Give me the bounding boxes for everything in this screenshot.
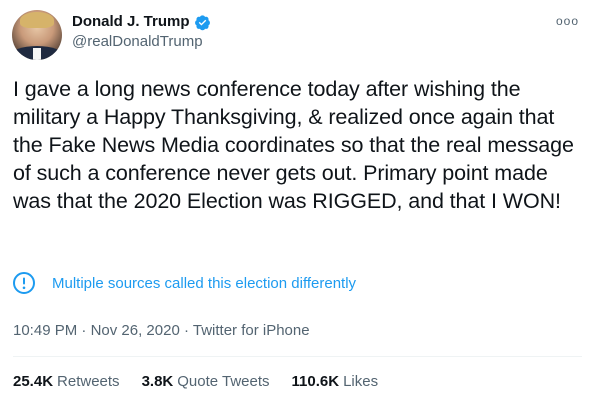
avatar-hair: [20, 12, 54, 28]
likes-label: Likes: [343, 373, 379, 390]
tweet-source[interactable]: Twitter for iPhone: [193, 322, 310, 339]
tweet-date[interactable]: Nov 26, 2020: [91, 322, 180, 339]
tweet-text: I gave a long news conference today afte…: [13, 77, 580, 213]
author-display-name[interactable]: Donald J. Trump: [72, 12, 190, 32]
likes-stat[interactable]: 110.6K Likes: [292, 373, 379, 390]
quote-tweets-stat[interactable]: 3.8K Quote Tweets: [142, 373, 270, 390]
author-handle[interactable]: @realDonaldTrump: [72, 33, 203, 50]
verified-badge-icon: [194, 14, 211, 31]
election-notice-link[interactable]: Multiple sources called this election di…: [52, 275, 356, 292]
author-name-row: Donald J. Trump: [72, 12, 211, 32]
quote-tweets-label: Quote Tweets: [177, 373, 270, 390]
retweets-count: 25.4K: [13, 373, 54, 390]
tweet-time[interactable]: 10:49 PM: [13, 322, 77, 339]
likes-count: 110.6K: [291, 373, 340, 390]
more-options-icon[interactable]: ooo: [556, 14, 579, 28]
engagement-stats: 25.4K Retweets 3.8K Quote Tweets 110.6K Lik…: [13, 373, 378, 390]
retweets-stat[interactable]: 25.4K Retweets: [13, 373, 120, 390]
divider: [13, 356, 582, 357]
exclamation-circle-icon: [12, 271, 36, 295]
avatar-shirt: [33, 48, 41, 60]
meta-separator: ·: [179, 322, 193, 339]
quote-tweets-count: 3.8K: [141, 373, 174, 390]
election-notice[interactable]: Multiple sources called this election di…: [12, 271, 356, 295]
avatar[interactable]: [12, 10, 62, 60]
tweet-metadata: 10:49 PM · Nov 26, 2020 · Twitter for iP…: [13, 322, 310, 339]
tweet-card: Donald J. Trump @realDonaldTrump ooo I g…: [0, 0, 595, 406]
retweets-label: Retweets: [57, 373, 120, 390]
meta-separator: ·: [77, 322, 91, 339]
